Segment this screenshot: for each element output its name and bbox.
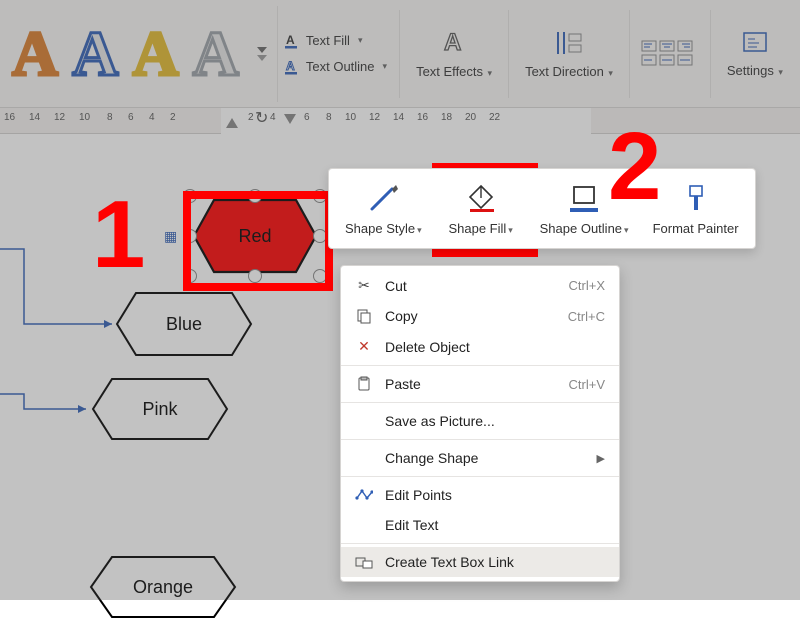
ctx-edit-points-label: Edit Points: [385, 487, 605, 503]
shape-outline-label: Shape Outline: [540, 221, 622, 236]
align-group[interactable]: [636, 33, 704, 75]
text-fill-outline-group: A Text Fill ▾ A Text Outline ▾: [278, 27, 393, 81]
selection-handle[interactable]: [183, 189, 197, 203]
ctx-cut-shortcut: Ctrl+X: [569, 278, 605, 293]
shape-pink-label: Pink: [142, 399, 177, 420]
settings-button[interactable]: Settings ▾: [717, 23, 793, 84]
ctx-cut-label: Cut: [385, 278, 559, 294]
svg-text:A: A: [286, 33, 295, 47]
selection-handle[interactable]: [248, 189, 262, 203]
shape-pink-hexagon[interactable]: Pink: [90, 376, 230, 442]
shape-fill-label: Shape Fill: [448, 221, 506, 236]
ctx-edit-text[interactable]: Edit Text: [341, 510, 619, 540]
delete-icon: ✕: [353, 338, 375, 355]
ribbon: A A A A A Text Fill ▾ A Text Outline ▾ A T…: [0, 0, 800, 108]
selection-handle[interactable]: [313, 269, 327, 283]
shape-blue-label: Blue: [166, 314, 202, 335]
shape-red-hexagon[interactable]: Red ▦: [190, 196, 320, 276]
ctx-copy[interactable]: Copy Ctrl+C: [341, 301, 619, 331]
ctx-edit-points[interactable]: Edit Points: [341, 480, 619, 510]
ctx-copy-label: Copy: [385, 308, 558, 324]
dropdown-icon: ▾: [358, 35, 363, 46]
ctx-change-shape-label: Change Shape: [385, 450, 587, 466]
ctx-delete-label: Delete Object: [385, 339, 605, 355]
text-effects-button[interactable]: A Text Effects ▾: [406, 22, 502, 85]
shape-outline-icon: [567, 183, 601, 213]
layout-options-icon[interactable]: ▦: [164, 228, 177, 245]
selection-handle[interactable]: [313, 189, 327, 203]
dropdown-icon: ▾: [776, 67, 783, 77]
selection-handle[interactable]: [183, 269, 197, 283]
dropdown-icon: ▾: [485, 68, 492, 78]
wordart-style-orange[interactable]: A: [12, 17, 58, 91]
ctx-paste[interactable]: Paste Ctrl+V: [341, 369, 619, 399]
edit-points-icon: [353, 488, 375, 502]
horizontal-ruler[interactable]: ↻ 161412108642 24 6810121416182022: [0, 108, 800, 134]
rotate-handle-icon[interactable]: ↻: [255, 108, 268, 128]
ctx-edit-text-label: Edit Text: [385, 517, 605, 533]
ctx-save-as-picture[interactable]: Save as Picture...: [341, 406, 619, 436]
paste-icon: [353, 376, 375, 392]
ctx-change-shape[interactable]: Change Shape ▶: [341, 443, 619, 473]
shape-red-label: Red: [238, 226, 271, 247]
ctx-paste-shortcut: Ctrl+V: [569, 377, 605, 392]
ctx-create-text-box-link-label: Create Text Box Link: [385, 554, 605, 570]
selection-handle[interactable]: [183, 229, 197, 243]
ctx-paste-label: Paste: [385, 376, 559, 392]
shape-orange-hexagon[interactable]: Orange: [88, 554, 238, 620]
textbox-link-icon: [353, 555, 375, 569]
format-painter-icon: [682, 183, 710, 213]
shape-blue-hexagon[interactable]: Blue: [114, 290, 254, 358]
copy-icon: [353, 308, 375, 324]
svg-text:A: A: [444, 29, 461, 56]
align-icons: [640, 39, 694, 69]
text-outline-icon: A: [284, 59, 300, 75]
shape-style-label: Shape Style: [345, 221, 415, 236]
dropdown-icon: ▾: [383, 61, 388, 72]
context-menu: ✂ Cut Ctrl+X Copy Ctrl+C ✕ Delete Object…: [340, 265, 620, 582]
text-direction-icon: [554, 28, 584, 58]
dropdown-icon: ▾: [606, 68, 613, 78]
wordart-gallery-more[interactable]: [253, 47, 271, 61]
text-effects-label: Text Effects: [416, 64, 483, 79]
settings-label: Settings: [727, 63, 774, 78]
shape-fill-icon: [464, 183, 498, 213]
submenu-arrow-icon: ▶: [597, 452, 605, 465]
shape-style-button[interactable]: Shape Style▾: [337, 175, 430, 242]
text-direction-label: Text Direction: [525, 64, 604, 79]
settings-icon: [741, 29, 769, 57]
ctx-save-as-picture-label: Save as Picture...: [385, 413, 605, 429]
selection-handle[interactable]: [248, 269, 262, 283]
shape-style-icon: [368, 183, 398, 213]
ctx-copy-shortcut: Ctrl+C: [568, 309, 605, 324]
callout-number-1: 1: [92, 180, 145, 290]
text-direction-button[interactable]: Text Direction ▾: [515, 22, 623, 85]
text-effects-icon: A: [440, 28, 468, 58]
text-fill-label: Text Fill: [306, 33, 350, 48]
shape-fill-button[interactable]: Shape Fill▾: [438, 175, 524, 242]
wordart-style-gold[interactable]: A: [132, 17, 178, 91]
wordart-gallery[interactable]: A A A A: [6, 6, 278, 102]
selection-handle[interactable]: [313, 229, 327, 243]
ctx-delete[interactable]: ✕ Delete Object: [341, 331, 619, 362]
cut-icon: ✂: [353, 277, 375, 294]
text-fill-icon: A: [284, 33, 300, 49]
svg-text:A: A: [286, 59, 295, 73]
first-line-indent-marker[interactable]: [226, 118, 238, 128]
hanging-indent-marker[interactable]: [284, 114, 296, 124]
format-painter-label: Format Painter: [653, 221, 739, 236]
text-outline-label: Text Outline: [306, 59, 375, 74]
wordart-style-blue[interactable]: A: [72, 17, 118, 91]
shape-mini-toolbar: Shape Style▾ Shape Fill▾ Shape Outline▾ …: [328, 168, 756, 249]
wordart-style-gray[interactable]: A: [193, 17, 239, 91]
ctx-cut[interactable]: ✂ Cut Ctrl+X: [341, 270, 619, 301]
shape-orange-label: Orange: [133, 577, 193, 598]
ctx-create-text-box-link[interactable]: Create Text Box Link: [341, 547, 619, 577]
text-fill-button[interactable]: A Text Fill ▾: [284, 33, 387, 49]
text-outline-button[interactable]: A Text Outline ▾: [284, 59, 387, 75]
callout-number-2: 2: [608, 112, 661, 222]
